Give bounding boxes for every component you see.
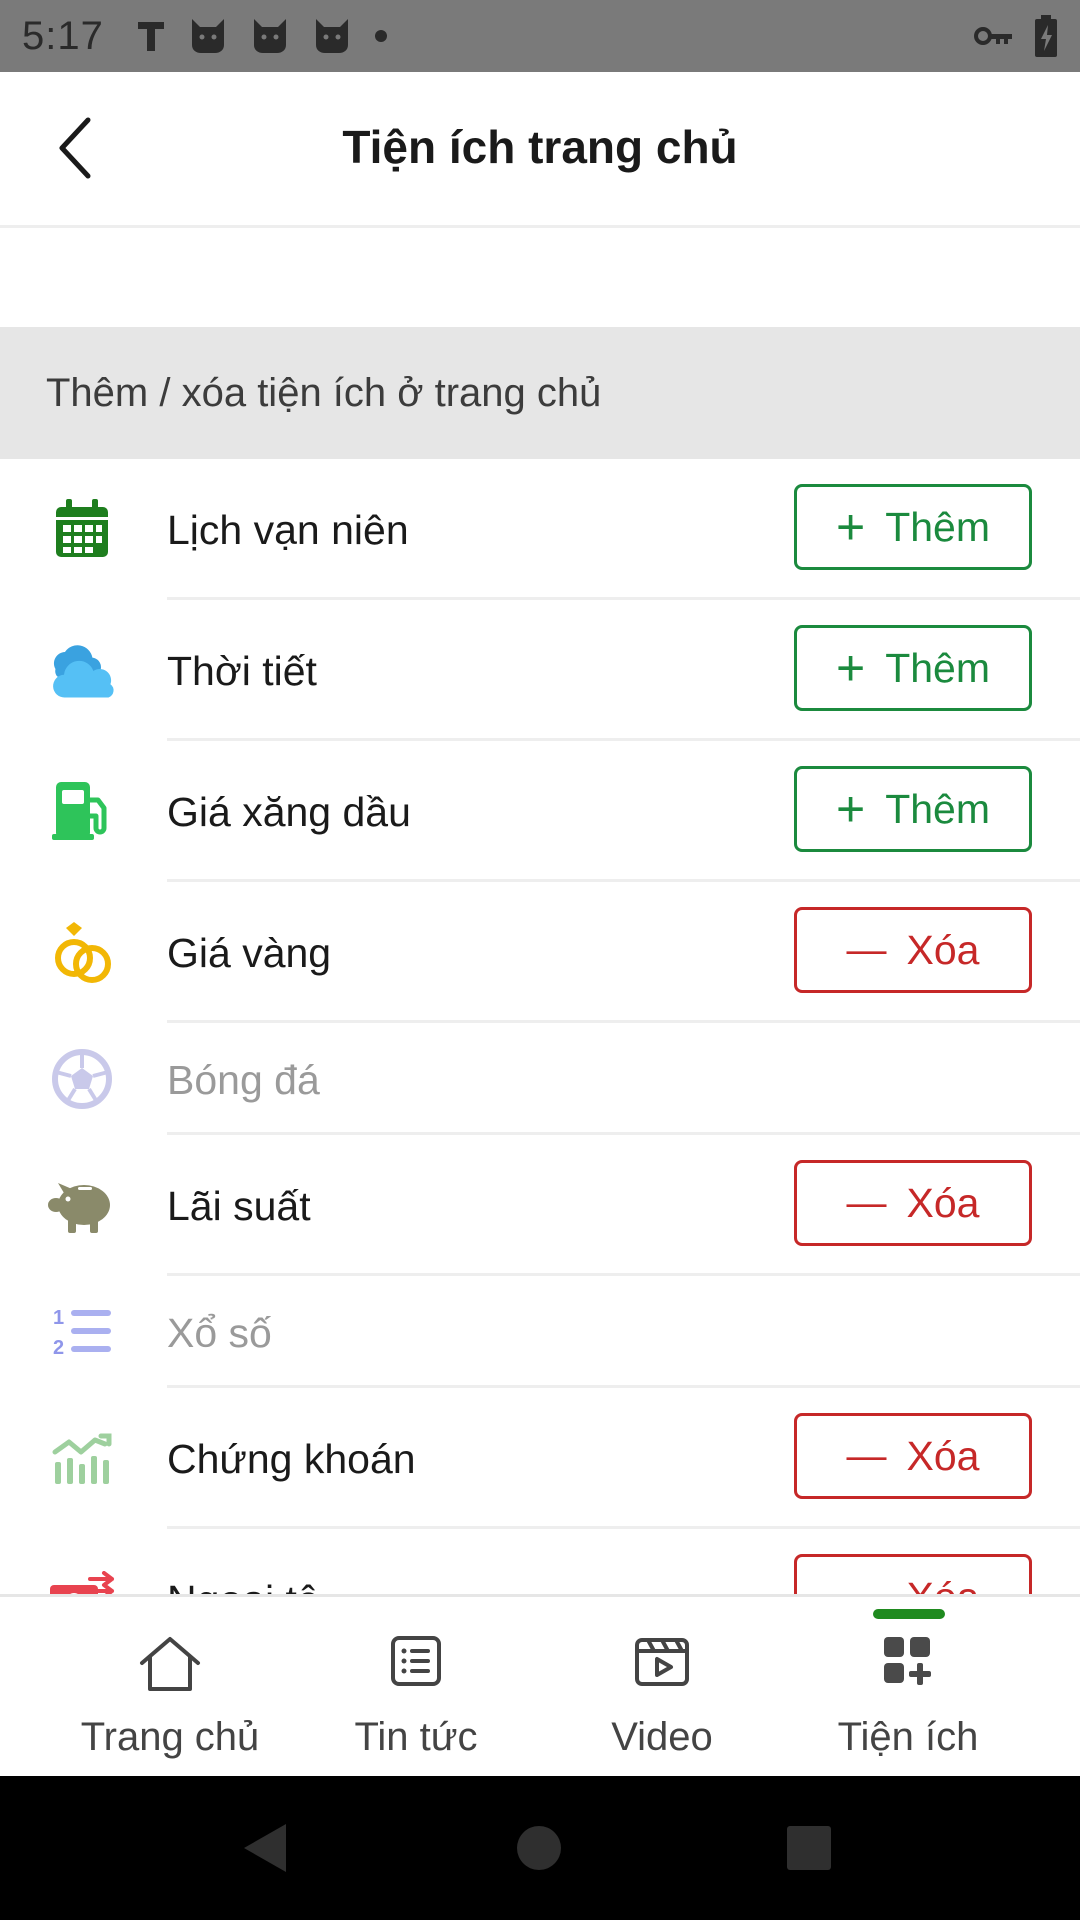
stock-chart-icon: [46, 1422, 118, 1494]
list-item: Ngoại tệ — Xóa: [0, 1529, 1080, 1594]
widget-label: Thời tiết: [167, 648, 317, 694]
plus-icon: +: [835, 499, 866, 555]
currency-exchange-icon: [46, 1563, 118, 1594]
nav-label: Tiện ích: [837, 1715, 979, 1759]
nav-item-widgets[interactable]: Tiện ích: [773, 1597, 1043, 1779]
button-label: Xóa: [906, 1179, 980, 1226]
add-widget-button[interactable]: + Thêm: [794, 484, 1032, 570]
minus-icon: —: [846, 928, 887, 972]
recents-square-icon[interactable]: [773, 1812, 845, 1884]
button-label: Thêm: [885, 644, 990, 691]
add-widget-button[interactable]: + Thêm: [794, 625, 1032, 711]
section-title: Thêm / xóa tiện ích ở trang chủ: [46, 370, 602, 415]
page-title: Tiện ích trang chủ: [342, 121, 738, 173]
minus-icon: —: [846, 1181, 887, 1225]
dot-icon: [374, 29, 388, 43]
t-icon: [136, 19, 166, 53]
svg-text:1: 1: [53, 1307, 64, 1329]
list-item: 1 2 Xổ số: [0, 1276, 1080, 1388]
widget-label: Lãi suất: [167, 1183, 311, 1229]
remove-widget-button[interactable]: — Xóa: [794, 1160, 1032, 1246]
button-label: Thêm: [885, 785, 990, 832]
list-item: Bóng đá: [0, 1023, 1080, 1135]
widget-label: Giá vàng: [167, 930, 332, 976]
list-item: Lãi suất — Xóa: [0, 1135, 1080, 1276]
list-item: Lịch vạn niên + Thêm: [0, 459, 1080, 600]
home-icon: [35, 1635, 305, 1695]
numbered-list-icon: 1 2: [46, 1296, 118, 1368]
remove-widget-button[interactable]: — Xóa: [794, 1554, 1032, 1594]
widget-label: Lịch vạn niên: [167, 507, 409, 553]
video-clapper-icon: [527, 1635, 797, 1695]
fuel-pump-icon: [46, 775, 118, 847]
cat-icon: [188, 17, 228, 55]
app-header: Tiện ích trang chủ: [0, 72, 1080, 228]
gold-rings-icon: [46, 916, 118, 988]
plus-icon: +: [835, 781, 866, 837]
widget-label: Bóng đá: [167, 1057, 320, 1103]
key-icon: [974, 24, 1014, 48]
status-system-icons: [974, 0, 1058, 72]
section-header: Thêm / xóa tiện ích ở trang chủ: [0, 327, 1080, 459]
minus-icon: —: [846, 1434, 887, 1478]
widgets-add-icon: [773, 1635, 1043, 1695]
button-label: Xóa: [906, 926, 980, 973]
list-item: Thời tiết + Thêm: [0, 600, 1080, 741]
list-item: Giá xăng dầu + Thêm: [0, 741, 1080, 882]
cat-icon: [250, 17, 290, 55]
nav-label: Video: [611, 1715, 713, 1759]
news-list-icon: [281, 1635, 551, 1695]
status-bar: 5:17: [0, 0, 1080, 72]
list-item: Giá vàng — Xóa: [0, 882, 1080, 1023]
back-triangle-icon[interactable]: [230, 1812, 302, 1884]
nav-item-home[interactable]: Trang chủ: [35, 1597, 305, 1779]
home-circle-icon[interactable]: [503, 1812, 575, 1884]
bottom-navigation: Trang chủ Tin tức Video Tiện ích: [0, 1594, 1080, 1776]
widget-label: Giá xăng dầu: [167, 789, 411, 835]
svg-text:2: 2: [53, 1337, 64, 1359]
remove-widget-button[interactable]: — Xóa: [794, 1413, 1032, 1499]
widget-list[interactable]: Lịch vạn niên + Thêm Thời tiết + Thêm Gi…: [0, 459, 1080, 1594]
cat-icon: [312, 17, 352, 55]
plus-icon: +: [835, 640, 866, 696]
widget-label: Ngoại tệ: [167, 1577, 320, 1594]
widget-label: Chứng khoán: [167, 1436, 416, 1482]
nav-label: Tin tức: [354, 1715, 478, 1759]
piggy-bank-icon: [46, 1169, 118, 1241]
active-tab-indicator: [873, 1609, 945, 1619]
button-label: Xóa: [907, 1574, 980, 1595]
widget-label: Xổ số: [167, 1310, 272, 1356]
minus-icon: —: [847, 1577, 887, 1594]
battery-charging-icon: [1034, 15, 1058, 57]
status-notification-icons: [136, 17, 388, 55]
nav-item-video[interactable]: Video: [527, 1597, 797, 1779]
remove-widget-button[interactable]: — Xóa: [794, 907, 1032, 993]
weather-cloud-icon: [46, 634, 118, 706]
nav-label: Trang chủ: [80, 1715, 260, 1759]
soccer-ball-icon: [46, 1043, 118, 1115]
button-label: Thêm: [885, 503, 990, 550]
list-item: Chứng khoán — Xóa: [0, 1388, 1080, 1529]
calendar-icon: [46, 493, 118, 565]
status-time: 5:17: [22, 13, 104, 58]
system-navigation-bar: [0, 1776, 1080, 1920]
nav-item-news[interactable]: Tin tức: [281, 1597, 551, 1779]
add-widget-button[interactable]: + Thêm: [794, 766, 1032, 852]
button-label: Xóa: [906, 1432, 980, 1479]
